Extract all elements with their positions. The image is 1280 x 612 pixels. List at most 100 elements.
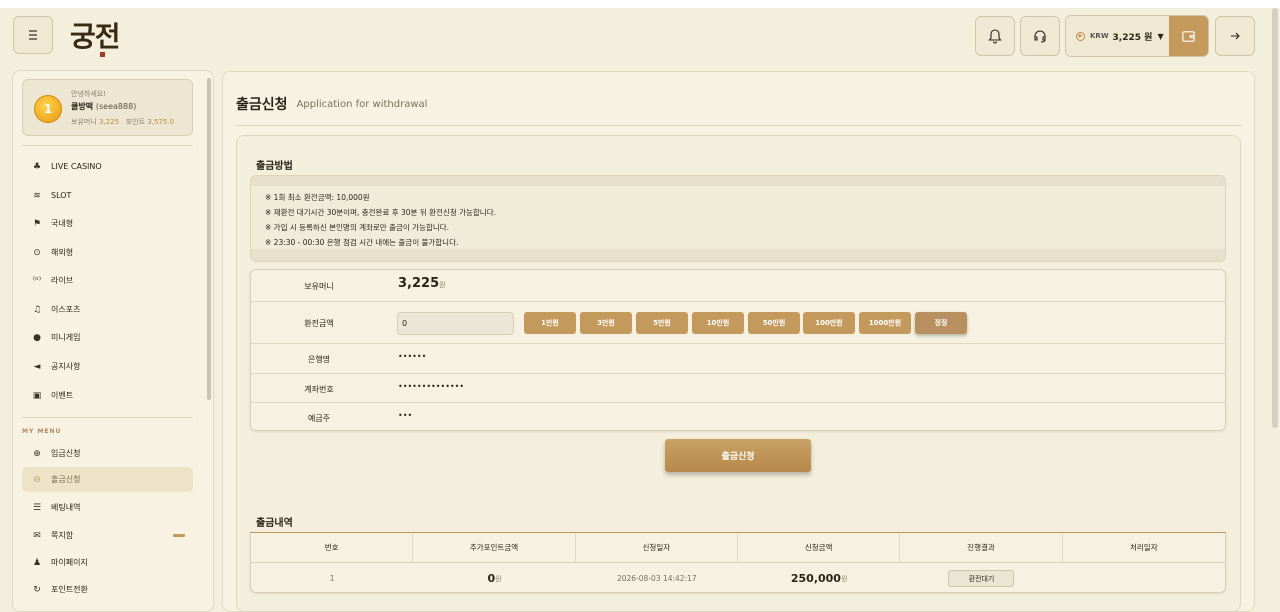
headset-icon: [1034, 30, 1046, 43]
notice-line: ※ 재환전 대기시간 30분이며, 충전완료 후 30분 뒤 환전신청 가능합니…: [265, 208, 496, 217]
chip-30k-button[interactable]: 3만원: [580, 312, 632, 334]
logout-button[interactable]: [1215, 16, 1255, 56]
submit-withdraw-button[interactable]: 출금신청: [665, 439, 811, 472]
sidebar-scrollbar[interactable]: [207, 78, 211, 400]
notice-line: ※ 23:30 - 00:30 은행 점검 시간 내에는 출금이 불가합니다.: [265, 238, 459, 247]
cards-icon: ♣: [32, 161, 42, 172]
column-header: 번호: [251, 533, 414, 562]
status-badge[interactable]: 환전대기: [948, 570, 1015, 587]
wallet-button[interactable]: [1168, 16, 1208, 56]
support-button[interactable]: [1020, 16, 1060, 56]
sidebar-item-messages[interactable]: ✉ 쪽지함: [22, 523, 193, 548]
sidebar-divider: [22, 145, 193, 146]
bell-icon: [988, 29, 1002, 44]
browser-top-strip: [0, 0, 1280, 8]
column-header: 추가포인트금액: [413, 533, 576, 562]
page-scrollbar[interactable]: [1272, 8, 1278, 428]
user-name: 쿨방떡 (seea888): [71, 102, 137, 111]
chip-500k-button[interactable]: 50만원: [748, 312, 800, 334]
sidebar-item-event[interactable]: ▣ 이벤트: [22, 383, 193, 408]
sidebar-item-point-exchange[interactable]: ↻ 포인트전환: [22, 577, 193, 602]
sidebar-item-live-casino[interactable]: ♣ LIVE CASINO: [22, 154, 193, 179]
balance-amount: 3,225 원: [1112, 32, 1153, 43]
mail-icon: ✉: [33, 530, 41, 541]
headset-icon: ♫: [32, 304, 42, 315]
play-coin-icon: ▶: [1076, 31, 1085, 41]
chip-10k-button[interactable]: 1만원: [524, 312, 576, 334]
form-row-bank: 은행명 ••••••: [251, 344, 1225, 374]
greeting-text: 안녕하세요!: [71, 90, 107, 98]
broadcast-icon: ⁽ᵒ⁾: [32, 275, 42, 286]
gift-icon: ▣: [32, 390, 42, 401]
sidebar-item-slot[interactable]: ≋ SLOT: [22, 183, 193, 208]
table-header: 번호 추가포인트금액 신청일자 신청금액 진행결과 처리일자: [251, 533, 1225, 563]
sidebar-item-esports[interactable]: ♫ 이스포츠: [22, 297, 193, 322]
row-bonus: 0: [487, 572, 496, 585]
balance-dropdown[interactable]: ▶ KRW 3,225 원 ▼: [1065, 15, 1209, 57]
user-id: (seea888): [95, 102, 137, 111]
user-icon: ♟: [32, 557, 42, 568]
row-number: 1: [329, 574, 335, 583]
withdraw-form: 보유머니 3,225원 환전금액 0 1만원 3만원 5만원 10만원 50만원…: [250, 269, 1226, 431]
row-date: 2026-08-03 14:42:17: [616, 574, 697, 583]
gamepad-icon: ●: [33, 332, 41, 343]
column-header: 진행결과: [900, 533, 1063, 562]
account-number-value: ••••••••••••••: [398, 382, 465, 391]
notice-box: ※ 1회 최소 환전금액: 10,000원 ※ 재환전 대기시간 30분이며, …: [250, 175, 1226, 262]
bank-name-value: ••••••: [398, 352, 427, 361]
currency-code: KRW: [1090, 32, 1109, 40]
sidebar-item-notice[interactable]: ◄ 공지사항: [22, 354, 193, 379]
user-money-value: 3,225: [99, 118, 120, 126]
wallet-icon: [1182, 30, 1195, 42]
form-row-account: 계좌번호 ••••••••••••••: [251, 374, 1225, 403]
sidebar-item-mypage[interactable]: ♟ 마이페이지: [22, 550, 193, 575]
row-processed-date: [1063, 564, 1225, 593]
sidebar-item-deposit[interactable]: ⊕ 입금신청: [22, 441, 193, 466]
site-logo[interactable]: 궁전: [70, 12, 134, 58]
notice-line: ※ 1회 최소 환전금액: 10,000원: [265, 193, 370, 202]
chip-10m-button[interactable]: 1000만원: [859, 312, 911, 334]
user-point-value: 3,575.0: [147, 118, 175, 126]
notification-button[interactable]: [975, 16, 1015, 56]
account-holder-value: •••: [398, 411, 413, 420]
coin-avatar-icon: 1: [34, 95, 62, 123]
form-row-holder: 예금주 •••: [307, 411, 413, 423]
chip-100k-button[interactable]: 10만원: [692, 312, 744, 334]
sidebar-item-live[interactable]: ⁽ᵒ⁾ 라이브: [22, 268, 193, 293]
my-menu-label: MY MENU: [22, 428, 62, 435]
history-table: 번호 추가포인트금액 신청일자 신청금액 진행결과 처리일자 1 0원 2026…: [250, 533, 1226, 593]
column-header: 처리일자: [1130, 543, 1158, 552]
form-row-amount: 환전금액 0 1만원 3만원 5만원 10만원 50만원 100만원 1000만…: [251, 302, 1225, 344]
history-title: 출금내역: [256, 518, 293, 529]
reset-amount-button[interactable]: 정정: [915, 312, 967, 334]
chip-1m-button[interactable]: 100만원: [803, 312, 855, 334]
sidebar: 1 안녕하세요! 쿨방떡 (seea888) 보유머니 3,225 포인트 3,…: [12, 70, 214, 612]
hamburger-icon: [29, 30, 37, 40]
form-row-balance: 보유머니 3,225원: [251, 270, 1225, 302]
logo-seal: [100, 52, 105, 57]
sidebar-item-betting-history[interactable]: ☰ 베팅내역: [22, 495, 193, 520]
coins-icon: ≋: [33, 190, 41, 201]
notice-line: ※ 가입 시 등록하신 본인명의 계좌로만 출금이 가능합니다.: [265, 223, 450, 232]
chip-50k-button[interactable]: 5만원: [636, 312, 688, 334]
balance-value: 3,225: [398, 276, 440, 291]
page-title: 출금신청: [236, 96, 288, 113]
refresh-icon: ↻: [33, 584, 41, 595]
sidebar-divider: [22, 417, 193, 418]
page-header: 출금신청 Application for withdrawal: [235, 82, 1242, 126]
list-icon: ☰: [32, 502, 42, 513]
user-balances: 보유머니 3,225 포인트 3,575.0: [71, 118, 175, 126]
withdraw-amount-input[interactable]: 0: [397, 312, 514, 335]
row-amount: 250,000: [790, 572, 841, 585]
message-badge: [173, 534, 185, 537]
minus-circle-icon: ⊖: [33, 474, 41, 485]
menu-toggle-button[interactable]: [13, 16, 53, 54]
user-card: 1 안녕하세요! 쿨방떡 (seea888) 보유머니 3,225 포인트 3,…: [22, 79, 193, 136]
sidebar-item-minigame[interactable]: ● 미니게임: [22, 325, 193, 350]
sidebar-item-withdraw[interactable]: ⊖ 출금신청: [22, 467, 193, 492]
flag-icon: ⚑: [32, 218, 42, 229]
logout-arrow-icon: [1227, 28, 1243, 44]
sidebar-item-overseas[interactable]: ⊙ 해외형: [22, 240, 193, 265]
method-title: 출금방법: [256, 161, 293, 172]
sidebar-item-domestic[interactable]: ⚑ 국내형: [22, 211, 193, 236]
